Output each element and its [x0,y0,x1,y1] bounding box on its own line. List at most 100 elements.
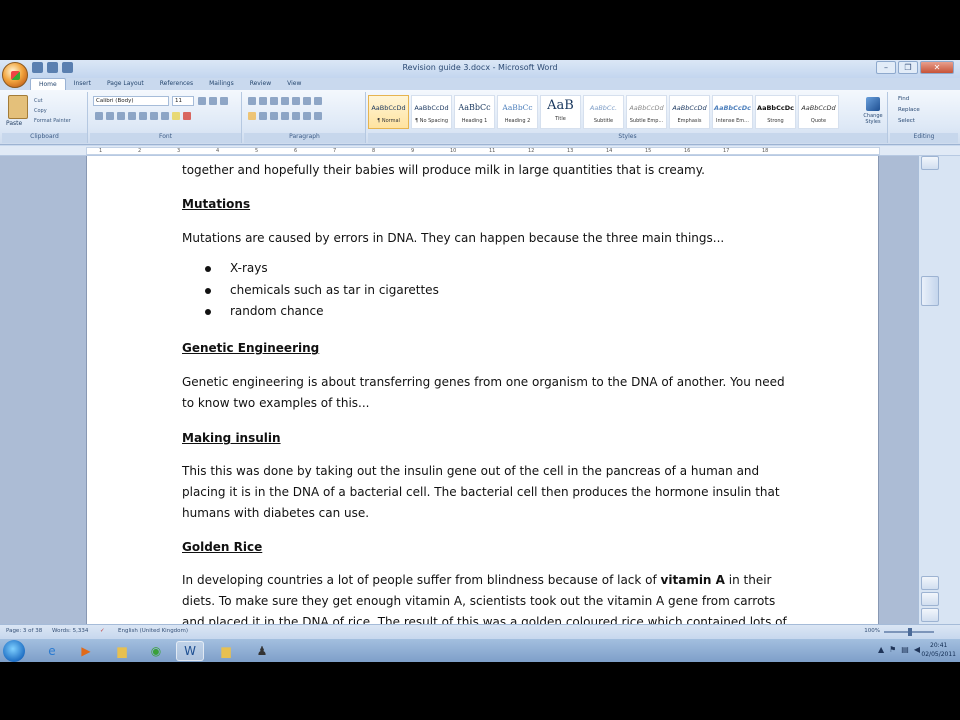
font-name-select[interactable]: Calibri (Body) [93,96,169,106]
ruler-number: 12 [528,148,535,154]
next-page-button[interactable] [921,592,939,606]
prev-page-button[interactable] [921,576,939,590]
horizontal-ruler[interactable]: 1 2 3 4 5 6 7 8 9 10 11 12 13 14 15 16 1… [0,146,960,156]
media-player-icon[interactable]: ▶ [72,641,100,661]
style-subtle-emphasis[interactable]: AaBbCcDd Subtle Emp... [626,95,667,129]
scroll-down-button[interactable] [921,608,939,622]
cut-button[interactable]: Cut [34,98,43,104]
internet-explorer-icon[interactable]: e [38,641,66,661]
increase-indent-icon[interactable] [292,97,300,105]
network-icon[interactable]: ▤ [901,645,909,654]
paragraph: This this was done by taking out the ins… [182,464,760,478]
align-right-icon[interactable] [270,112,278,120]
numbering-icon[interactable] [259,97,267,105]
justify-icon[interactable] [281,112,289,120]
change-styles-icon [866,97,880,111]
volume-icon[interactable]: ◀ [914,645,920,654]
list-item: chemicals such as tar in cigarettes [230,283,439,297]
strikethrough-icon[interactable] [128,112,136,120]
bold-text: vitamin A [660,573,725,587]
proofing-icon[interactable]: ✓ [100,628,105,634]
app-icon[interactable]: ♟ [248,641,276,661]
style-name: Title [555,116,566,122]
style-title[interactable]: AaB Title [540,95,581,129]
grow-font-icon[interactable] [198,97,206,105]
superscript-icon[interactable] [150,112,158,120]
italic-icon[interactable] [106,112,114,120]
align-left-icon[interactable] [248,112,256,120]
tab-review[interactable]: Review [242,78,279,90]
chrome-icon[interactable]: ◉ [142,641,170,661]
copy-button[interactable]: Copy [34,108,47,114]
style-intense-emphasis[interactable]: AaBbCcDc Intense Em... [712,95,753,129]
font-color-icon[interactable] [183,112,191,120]
style-no-spacing[interactable]: AaBbCcDd ¶ No Spacing [411,95,452,129]
language[interactable]: English (United Kingdom) [118,628,188,634]
tray-arrow-icon[interactable]: ▲ [878,645,884,654]
window-title: Revision guide 3.docx - Microsoft Word [402,63,558,72]
tab-references[interactable]: References [152,78,201,90]
vertical-scrollbar[interactable] [918,156,960,624]
zoom-level[interactable]: 100% [864,628,880,634]
clear-format-icon[interactable] [220,97,228,105]
format-painter-button[interactable]: Format Painter [34,118,71,124]
bold-icon[interactable] [95,112,103,120]
style-quote[interactable]: AaBbCcDd Quote [798,95,839,129]
zoom-slider-knob[interactable] [908,628,912,636]
find-button[interactable]: Find [898,96,909,102]
explorer-icon[interactable]: ▆ [212,641,240,661]
tab-page-layout[interactable]: Page Layout [99,78,152,90]
style-heading-1[interactable]: AaBbCc Heading 1 [454,95,495,129]
underline-icon[interactable] [117,112,125,120]
style-strong[interactable]: AaBbCcDc Strong [755,95,796,129]
select-button[interactable]: Select [898,118,915,124]
style-normal[interactable]: AaBbCcDd ¶ Normal [368,95,409,129]
tab-insert[interactable]: Insert [66,78,99,90]
subscript-icon[interactable] [139,112,147,120]
bullets-icon[interactable] [248,97,256,105]
paste-button[interactable]: Paste [6,120,22,127]
line-spacing-icon[interactable] [292,112,300,120]
multilevel-list-icon[interactable] [270,97,278,105]
clock-date: 02/05/2011 [921,651,956,658]
style-name: Subtitle [593,118,614,124]
sort-icon[interactable] [303,97,311,105]
align-center-icon[interactable] [259,112,267,120]
page-count[interactable]: Page: 3 of 38 [6,628,42,634]
folder-icon[interactable]: ▆ [108,641,136,661]
decrease-indent-icon[interactable] [281,97,289,105]
font-size-buttons [198,97,228,105]
change-styles-button[interactable]: Change Styles [861,95,885,131]
highlight-icon[interactable] [172,112,180,120]
tab-view[interactable]: View [279,78,309,90]
tab-home[interactable]: Home [30,78,66,90]
shading-icon[interactable] [303,112,311,120]
flag-icon[interactable]: ⚑ [889,645,896,654]
clipboard-label: Clipboard [2,133,87,143]
style-emphasis[interactable]: AaBbCcDd Emphasis [669,95,710,129]
tab-mailings[interactable]: Mailings [201,78,242,90]
change-case-icon[interactable] [161,112,169,120]
font-size-select[interactable]: 11 [172,96,194,106]
show-marks-icon[interactable] [314,97,322,105]
borders-icon[interactable] [314,112,322,120]
scroll-up-button[interactable] [921,156,939,170]
style-heading-2[interactable]: AaBbCc Heading 2 [497,95,538,129]
word-taskbar-icon[interactable]: W [176,641,204,661]
minimize-button[interactable]: – [876,61,896,74]
scroll-thumb[interactable] [921,276,939,306]
bullet-icon [205,309,211,315]
word-count[interactable]: Words: 5,334 [52,628,88,634]
close-button[interactable]: ✕ [920,61,954,74]
list-buttons [248,97,322,105]
office-button[interactable] [2,62,28,88]
clock[interactable]: 20:41 02/05/2011 [921,641,956,659]
shrink-font-icon[interactable] [209,97,217,105]
style-subtitle[interactable]: AaBbCc. Subtitle [583,95,624,129]
start-button[interactable] [3,640,25,662]
replace-button[interactable]: Replace [898,107,920,113]
document-page[interactable]: together and hopefully their babies will… [86,156,879,624]
maximize-button[interactable]: ❐ [898,61,918,74]
heading-making-insulin: Making insulin [182,431,281,445]
paste-icon[interactable] [8,95,28,119]
